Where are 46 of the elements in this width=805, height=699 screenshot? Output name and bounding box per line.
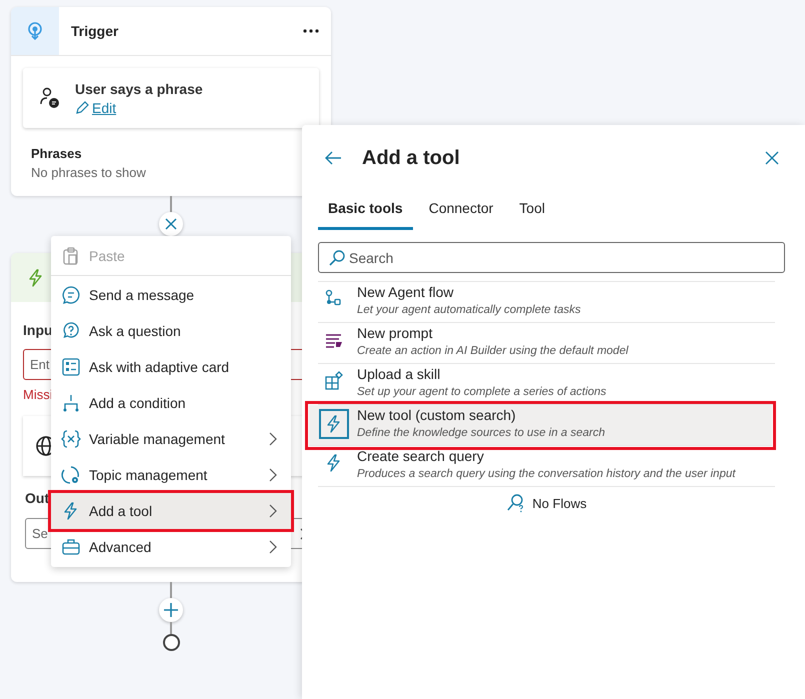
tool-item[interactable]: New Agent flow Let your agent automatically complete tasks (318, 282, 775, 323)
lightning-icon (27, 268, 43, 286)
puzzle-grid-icon (324, 371, 344, 391)
pencil-icon (75, 100, 89, 114)
menu-item[interactable]: Ask a question (51, 313, 291, 349)
plus-icon (164, 603, 178, 617)
menu-item[interactable]: Topic management (51, 457, 291, 493)
more-options-icon[interactable] (303, 29, 319, 33)
tab[interactable]: Tool (509, 194, 555, 230)
menu-item[interactable]: Send a message (51, 277, 291, 313)
lightbulb-signal-icon (26, 21, 44, 41)
person-chat-icon (39, 87, 61, 109)
form-card-icon (61, 357, 81, 377)
chat-bubble-icon (61, 285, 81, 305)
tool-item[interactable]: Create search query Produces a search query using the conversation history and the user input (318, 446, 775, 487)
menu-item[interactable]: Add a tool (51, 493, 291, 529)
menu-item[interactable]: Ask with adaptive card (51, 349, 291, 385)
back-arrow-icon (324, 151, 342, 165)
menu-item[interactable]: Add a condition (51, 385, 291, 421)
search-field[interactable]: Search (318, 242, 785, 273)
menu-item[interactable]: Variable management (51, 421, 291, 457)
close-button[interactable] (159, 212, 183, 236)
back-button[interactable] (324, 151, 342, 165)
close-icon (165, 218, 177, 230)
empty-text: No Flows (532, 496, 587, 510)
menu-item[interactable]: Advanced (51, 529, 291, 565)
section-label: Out (25, 490, 50, 506)
tab[interactable]: Connector (418, 194, 504, 230)
question-bubble-icon (61, 321, 81, 341)
briefcase-icon (61, 537, 81, 557)
end-node (163, 634, 180, 651)
node-title: Trigger (71, 23, 120, 39)
variable-braces-icon (61, 429, 81, 449)
search-icon (329, 250, 345, 266)
close-icon (765, 151, 779, 165)
add-button[interactable] (159, 598, 183, 622)
tab[interactable]: Basic tools (318, 194, 413, 230)
section-label: Inpu (23, 322, 53, 338)
trigger-label: User says a phrase (75, 80, 203, 96)
section-heading: Phrases (31, 146, 83, 161)
branch-icon (61, 393, 81, 413)
panel-title: Add a tool (362, 146, 461, 170)
empty-text: No phrases to show (31, 165, 147, 180)
edit-link[interactable]: Edit (75, 100, 116, 116)
close-button[interactable] (765, 151, 779, 165)
tool-item[interactable]: New prompt Create an action in AI Builder using the default model (318, 323, 775, 364)
